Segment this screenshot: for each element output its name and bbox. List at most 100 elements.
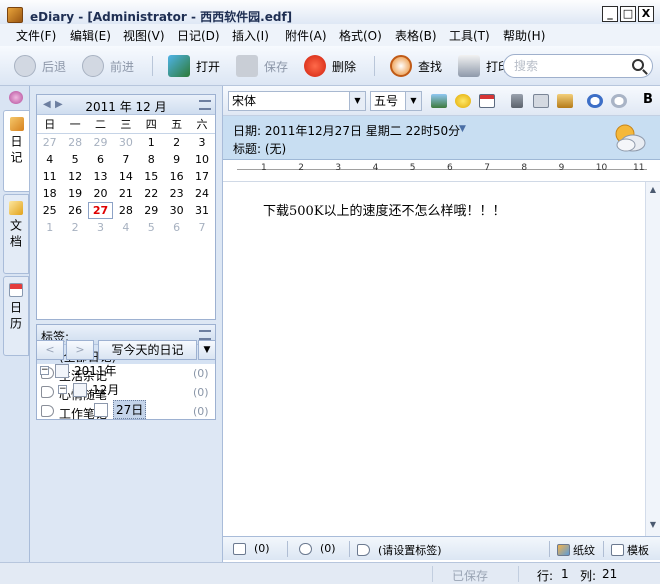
menu-table[interactable]: 表格(B) [395, 27, 437, 44]
menu-help[interactable]: 帮助(H) [503, 27, 545, 44]
undo-icon[interactable] [587, 94, 603, 108]
calendar-day[interactable]: 6 [164, 219, 189, 236]
tab-calendar[interactable]: 日历 [3, 276, 29, 356]
search-box[interactable] [503, 54, 653, 78]
calendar-day[interactable]: 16 [164, 168, 189, 185]
calendar-day[interactable]: 11 [37, 168, 62, 185]
cut-icon[interactable] [511, 94, 523, 108]
calendar-menu-icon[interactable] [199, 100, 211, 110]
menu-tools[interactable]: 工具(T) [449, 27, 490, 44]
diary-page[interactable]: 下载500K以上的速度还不怎么样哦！！！ [223, 182, 645, 536]
calendar-day[interactable]: 7 [189, 219, 214, 236]
menu-file[interactable]: 文件(F) [16, 27, 56, 44]
calendar-day[interactable]: 10 [189, 151, 214, 168]
paper-button[interactable]: 纸纹 [557, 542, 595, 558]
calendar-day[interactable]: 28 [62, 134, 87, 151]
write-today-button[interactable]: 写今天的日记 [98, 340, 197, 360]
minimize-button[interactable]: _ [602, 6, 618, 22]
chevron-down-icon[interactable]: ▼ [405, 92, 421, 110]
collapse-icon[interactable]: − [58, 385, 67, 394]
calendar-day[interactable]: 29 [88, 134, 113, 151]
calendar-day[interactable]: 4 [37, 151, 62, 168]
calendar-day[interactable]: 23 [164, 185, 189, 202]
calendar-day[interactable]: 4 [113, 219, 138, 236]
close-button[interactable]: X [638, 6, 654, 22]
collapse-icon[interactable]: − [40, 366, 49, 375]
calendar-day[interactable]: 2 [62, 219, 87, 236]
paste-icon[interactable] [557, 94, 573, 108]
chevron-down-icon[interactable]: ▼ [349, 92, 365, 110]
calendar-day[interactable]: 13 [88, 168, 113, 185]
menu-view[interactable]: 视图(V) [123, 27, 165, 44]
calendar-day[interactable]: 27 [37, 134, 62, 151]
tab-diary[interactable]: 日记 [3, 110, 29, 192]
calendar-day[interactable]: 14 [113, 168, 138, 185]
tree-node-month[interactable]: − 12月 [58, 381, 119, 398]
tree-node-year[interactable]: − 2011年 [40, 362, 117, 379]
menu-insert[interactable]: 插入(I) [232, 27, 269, 44]
calendar-day[interactable]: 6 [88, 151, 113, 168]
prev-entry-button[interactable]: < [36, 340, 64, 360]
vertical-scrollbar[interactable]: ▲ ▼ [645, 182, 660, 536]
write-today-dropdown[interactable]: ▼ [198, 340, 216, 360]
calendar-day[interactable]: 1 [139, 134, 164, 151]
copy-icon[interactable] [533, 94, 549, 108]
calendar-day[interactable]: 3 [88, 219, 113, 236]
calendar-day[interactable]: 25 [37, 202, 62, 219]
calendar-day[interactable]: 26 [62, 202, 87, 219]
calendar-day[interactable]: 20 [88, 185, 113, 202]
emoticon-icon[interactable] [455, 94, 471, 108]
tree-node-day[interactable]: 27日 [94, 400, 147, 419]
calendar-day[interactable]: 31 [189, 202, 214, 219]
calendar-day[interactable]: 29 [139, 202, 164, 219]
forward-button[interactable]: 前进 [82, 54, 134, 78]
menu-format[interactable]: 格式(O) [339, 27, 382, 44]
redo-icon[interactable] [611, 94, 627, 108]
calendar-day[interactable]: 8 [139, 151, 164, 168]
settings-tab[interactable] [3, 88, 29, 108]
calendar-day[interactable]: 30 [164, 202, 189, 219]
calendar-day[interactable]: 30 [113, 134, 138, 151]
attachments-indicator[interactable]: (0) [233, 542, 270, 555]
scroll-up-icon[interactable]: ▲ [648, 185, 658, 194]
calendar-day[interactable]: 9 [164, 151, 189, 168]
menu-diary[interactable]: 日记(D) [177, 27, 220, 44]
calendar-day[interactable]: 22 [139, 185, 164, 202]
calendar-day[interactable]: 15 [139, 168, 164, 185]
tab-documents[interactable]: 文档 [3, 194, 29, 274]
calendar-day[interactable]: 24 [189, 185, 214, 202]
save-button[interactable]: 保存 [236, 54, 288, 78]
entry-content[interactable]: 下载500K以上的速度还不怎么样哦！！！ [263, 200, 506, 219]
calendar-day[interactable]: 17 [189, 168, 214, 185]
calendar-day[interactable]: 5 [62, 151, 87, 168]
calendar-day-today[interactable]: 27 [87, 202, 114, 219]
search-input[interactable] [514, 58, 624, 74]
entry-title[interactable]: 标题: (无) [233, 140, 286, 157]
delete-button[interactable]: 删除 [304, 54, 356, 78]
scroll-down-icon[interactable]: ▼ [648, 520, 658, 529]
date-dropdown-icon[interactable]: ▼ [459, 124, 466, 134]
menu-attachment[interactable]: 附件(A) [285, 27, 327, 44]
find-button[interactable]: 查找 [390, 54, 442, 78]
menu-edit[interactable]: 编辑(E) [70, 27, 111, 44]
calendar-day[interactable]: 28 [113, 202, 138, 219]
calendar-day[interactable]: 7 [113, 151, 138, 168]
entry-date[interactable]: 日期: 2011年12月27日 星期二 22时50分 [233, 122, 460, 139]
calendar-day[interactable]: 19 [62, 185, 87, 202]
bold-button[interactable]: B [643, 92, 653, 107]
calendar-day[interactable]: 3 [189, 134, 214, 151]
calendar-day[interactable]: 5 [139, 219, 164, 236]
insert-date-icon[interactable] [479, 94, 495, 108]
weather-icon[interactable] [611, 120, 647, 154]
comments-indicator[interactable]: (0) [299, 542, 336, 555]
font-family-select[interactable]: 宋体 ▼ [228, 91, 366, 111]
tags-menu-icon[interactable] [199, 330, 211, 340]
back-button[interactable]: 后退 [14, 54, 66, 78]
maximize-button[interactable]: □ [620, 6, 636, 22]
font-size-select[interactable]: 五号 ▼ [370, 91, 422, 111]
calendar-day[interactable]: 12 [62, 168, 87, 185]
set-tag-button[interactable]: (请设置标签) [357, 542, 442, 558]
next-entry-button[interactable]: > [66, 340, 94, 360]
open-button[interactable]: 打开 [168, 54, 220, 78]
calendar-day[interactable]: 18 [37, 185, 62, 202]
